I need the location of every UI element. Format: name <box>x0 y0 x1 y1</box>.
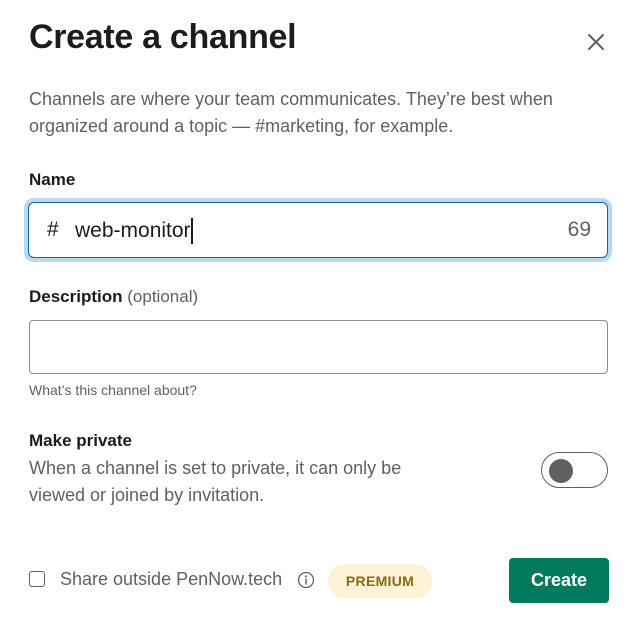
create-button[interactable]: Create <box>509 558 609 603</box>
dialog-intro-text: Channels are where your team communicate… <box>29 89 553 136</box>
description-label-text: Description <box>29 287 123 306</box>
channel-name-value[interactable]: web-monitor <box>75 218 193 244</box>
make-private-toggle[interactable] <box>541 452 608 488</box>
info-icon[interactable] <box>297 571 315 589</box>
close-icon <box>588 34 604 50</box>
channel-name-input[interactable]: # web-monitor 69 <box>28 202 608 258</box>
close-button[interactable] <box>582 28 610 56</box>
make-private-description: When a channel is set to private, it can… <box>29 458 402 505</box>
dialog-title: Create a channel <box>29 18 297 56</box>
name-label: Name <box>29 170 76 189</box>
description-hint: What’s this channel about? <box>29 382 197 398</box>
premium-badge: PREMIUM <box>328 564 432 598</box>
description-label: Description (optional) <box>29 287 198 307</box>
remaining-char-count: 69 <box>567 218 591 241</box>
share-outside-checkbox[interactable] <box>29 571 45 587</box>
make-private-label: Make private <box>29 431 132 450</box>
description-input[interactable] <box>29 320 608 374</box>
share-outside-label[interactable]: Share outside PenNow.tech <box>60 569 282 590</box>
optional-label: (optional) <box>127 287 199 306</box>
hash-prefix: # <box>47 218 59 241</box>
toggle-knob <box>549 459 573 483</box>
